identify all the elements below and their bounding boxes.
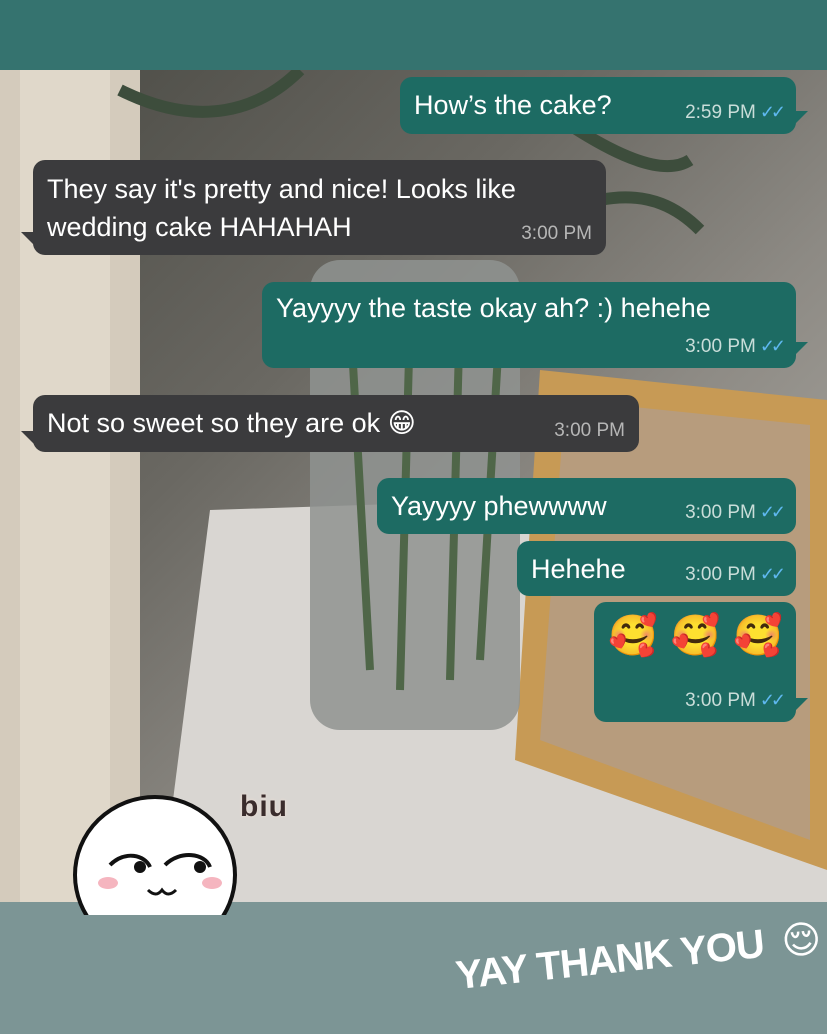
read-receipt-icon: ✓✓ [759,336,786,356]
message-time: 3:00 PM [685,336,756,357]
message-text: Not so sweet so they are ok 😁 [47,405,416,442]
grinning-emoji-icon: 😁 [387,408,416,439]
bubble-tail [21,431,35,445]
message-text-line: They say it's pretty and nice! Looks lik… [47,174,516,204]
message-time: 3:00 PM [685,502,756,523]
message-time: 2:59 PM [685,102,756,123]
message-meta: 3:00 PM ✓✓ [685,563,786,586]
message-time: 3:00 PM [554,420,625,441]
message-text: They say it's pretty and nice! Looks lik… [47,170,516,246]
top-bar [0,0,827,70]
message-text: Yayyyy phewwww [391,491,607,521]
message-incoming[interactable]: Not so sweet so they are ok 😁 3:00 PM [21,395,639,452]
smiling-hearts-emoji-icon: 🥰 🥰 🥰 [608,613,783,659]
message-outgoing[interactable]: 🥰 🥰 🥰 3:00 PM ✓✓ [594,602,808,722]
message-outgoing[interactable]: How’s the cake? 2:59 PM ✓✓ [400,77,808,134]
read-receipt-icon: ✓✓ [759,102,786,122]
message-outgoing[interactable]: Yayyyy the taste okay ah? :) hehehe 3:00… [262,282,808,368]
message-meta: 3:00 PM ✓✓ [685,689,786,712]
message-text: How’s the cake? [414,90,612,120]
message-time: 3:00 PM [685,690,756,711]
message-time: 3:00 PM [521,223,592,244]
relieved-face-emoji-icon: 😌 [779,915,823,964]
read-receipt-icon: ✓✓ [759,564,786,584]
message-text: Hehehe [531,554,626,584]
bubble-tail [794,698,808,712]
bubble-tail [794,342,808,356]
message-meta: 3:00 PM ✓✓ [685,335,786,358]
bubble-tail [794,111,808,125]
bubble-tail [21,232,35,246]
read-receipt-icon: ✓✓ [759,690,786,710]
message-text-content: Not so sweet so they are ok [47,408,381,438]
message-text: Yayyyy the taste okay ah? :) hehehe [276,293,711,323]
sticker-text: biu [240,790,288,823]
message-outgoing[interactable]: Yayyyy phewwww 3:00 PM ✓✓ [377,478,796,534]
message-outgoing[interactable]: Hehehe 3:00 PM ✓✓ [517,541,796,596]
read-receipt-icon: ✓✓ [759,502,786,522]
message-time: 3:00 PM [685,564,756,585]
message-meta: 2:59 PM ✓✓ [685,101,786,124]
message-incoming[interactable]: They say it's pretty and nice! Looks lik… [21,160,606,255]
message-meta: 3:00 PM ✓✓ [685,501,786,524]
cartoon-face-sticker-icon [73,795,237,915]
message-text-line: wedding cake HAHAHAH [47,212,352,242]
